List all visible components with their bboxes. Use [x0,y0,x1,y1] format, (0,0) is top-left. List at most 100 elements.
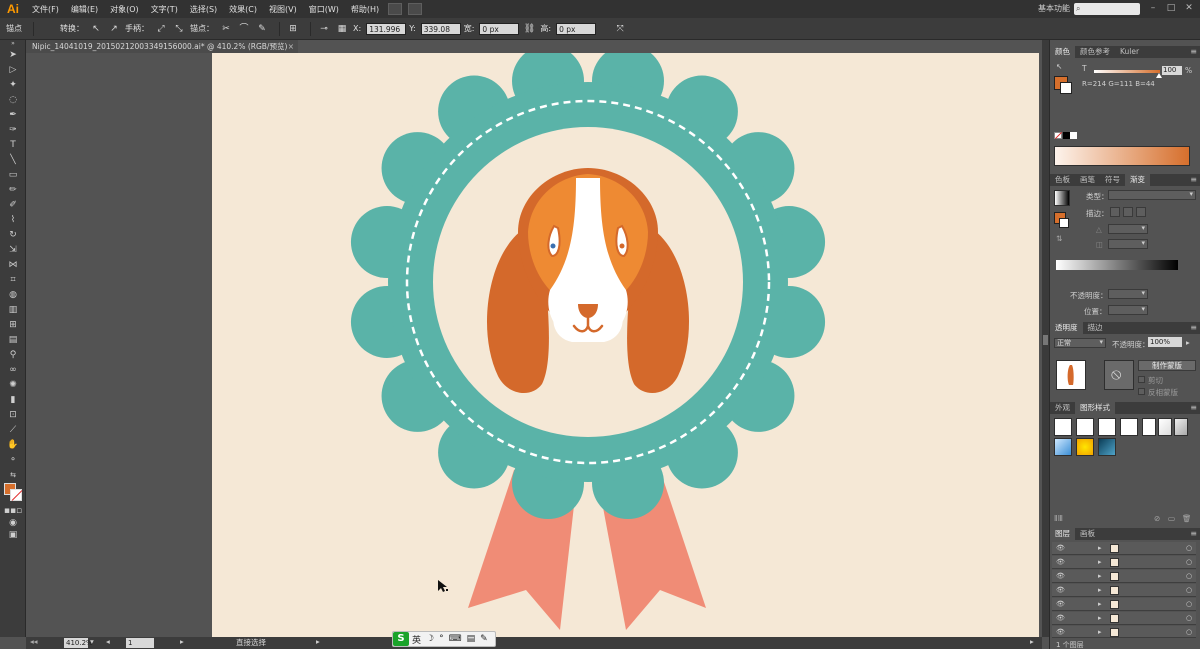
menu-help[interactable]: 帮助(H) [345,4,385,15]
ime-language[interactable]: 英 [412,633,421,646]
zoom-field[interactable]: 410.2% [64,638,93,648]
layer-target-icon[interactable]: ○ [1186,627,1192,637]
tab-layers[interactable]: 图层 [1050,528,1075,540]
gradient-type-dropdown[interactable] [1108,190,1196,200]
scale-tool-icon[interactable]: ⇲ [0,243,26,258]
align-anchor-icon[interactable]: ⊸ [317,22,331,36]
expand-layer-icon[interactable]: ▸ [1098,557,1102,567]
scrollbar-thumb[interactable] [1043,335,1048,345]
stroke-along-icon[interactable] [1123,207,1133,217]
status-scroll-icon[interactable]: ◂◂ [30,637,38,646]
ime-moon-icon[interactable]: ☽ [426,634,434,644]
visibility-eye-icon[interactable]: 👁 [1056,557,1065,567]
layer-target-icon[interactable]: ○ [1186,585,1192,595]
first-artboard-icon[interactable]: ◂ [106,637,110,646]
swap-colors-icon[interactable]: ⇆ [0,468,26,483]
angle-field[interactable] [1108,224,1148,234]
visibility-eye-icon[interactable]: 👁 [1056,599,1065,609]
expand-layer-icon[interactable]: ▸ [1098,599,1102,609]
menu-object[interactable]: 对象(O) [104,4,145,15]
style-swatch-blue[interactable] [1054,438,1072,456]
tab-brushes[interactable]: 画笔 [1075,174,1100,186]
visibility-eye-icon[interactable]: 👁 [1056,613,1065,623]
artboard[interactable] [212,53,1039,637]
style-swatch-2[interactable] [1076,418,1094,436]
artwork[interactable] [212,53,1039,637]
free-transform-tool-icon[interactable]: ⌗ [0,273,26,288]
lasso-tool-icon[interactable]: ◌ [0,93,26,108]
stroke-swatch[interactable] [10,489,23,501]
black-swatch[interactable] [1063,132,1070,139]
transform-icon[interactable]: ⤧ [613,22,627,36]
scroll-right-icon[interactable]: ▸ [1030,637,1034,646]
style-swatch-yellow[interactable] [1076,438,1094,456]
selection-tool-icon[interactable]: ➤ [0,48,26,63]
x-field[interactable]: 131.996 [366,22,407,35]
tab-stroke[interactable]: 描边 [1083,322,1108,334]
tint-slider[interactable] [1094,70,1160,73]
line-tool-icon[interactable]: ╲ [0,153,26,168]
panel-menu-icon[interactable]: ≡ [1190,46,1197,58]
style-swatch-teal[interactable] [1098,438,1116,456]
type-tool-icon[interactable]: T [0,138,26,153]
color-mode-icon[interactable]: ▪▪▫ [0,505,26,517]
menu-window[interactable]: 窗口(W) [303,4,345,15]
layer-row[interactable]: 👁 ▸ ○ [1052,584,1196,597]
hand-tool-icon[interactable]: ✋ [0,438,26,453]
style-swatch-5[interactable] [1142,418,1156,436]
pencil-tool-icon[interactable]: ✐ [0,198,26,213]
eyedropper-tool-icon[interactable]: ⚲ [0,348,26,363]
status-menu-icon[interactable]: ▸ [316,637,320,646]
layer-row[interactable]: 👁 ▸ ○ [1052,556,1196,569]
gradient-position-field[interactable] [1108,305,1148,315]
gradient-preview-swatch[interactable] [1054,190,1070,206]
ime-keyboard-icon[interactable]: ⌨ [449,634,462,644]
slice-tool-icon[interactable]: ⟋ [0,423,26,438]
gradient-opacity-field[interactable] [1108,289,1148,299]
height-field[interactable]: 0 px [556,22,597,35]
style-default[interactable] [1054,418,1072,436]
aspect-field[interactable] [1108,239,1148,249]
layer-row[interactable]: 👁 ▸ ○ [1052,570,1196,583]
opacity-field[interactable]: 100% [1148,337,1182,347]
panel-menu-icon[interactable]: ≡ [1190,528,1197,540]
stroke-across-icon[interactable] [1136,207,1146,217]
perspective-grid-tool-icon[interactable]: ▥ [0,303,26,318]
gradient-tool-icon[interactable]: ▤ [0,333,26,348]
connect-anchor-icon[interactable]: ⌒ [237,22,251,36]
cut-path-icon[interactable]: ✎ [255,22,269,36]
sogou-logo-icon[interactable]: S [393,632,409,646]
show-handles-icon[interactable]: ⤢ [154,22,168,36]
magic-wand-tool-icon[interactable]: ✦ [0,78,26,93]
visibility-eye-icon[interactable]: 👁 [1056,627,1065,637]
blend-tool-icon[interactable]: ∞ [0,363,26,378]
reverse-gradient-icon[interactable]: ⇅ [1056,234,1062,243]
ime-settings-icon[interactable]: ✎ [480,634,488,644]
panel-menu-icon[interactable]: ≡ [1190,402,1197,414]
expand-layer-icon[interactable]: ▸ [1098,571,1102,581]
tab-appearance[interactable]: 外观 [1050,402,1075,414]
expand-layer-icon[interactable]: ▸ [1098,543,1102,553]
tab-swatches[interactable]: 色板 [1050,174,1075,186]
style-swatch-3[interactable] [1098,418,1116,436]
delete-style-icon[interactable]: 🗑 [1182,514,1192,523]
minimize-icon[interactable]: – [1146,3,1160,13]
tab-transparency[interactable]: 透明度 [1050,322,1083,334]
blob-brush-tool-icon[interactable]: ⌇ [0,213,26,228]
width-tool-icon[interactable]: ⋈ [0,258,26,273]
mesh-tool-icon[interactable]: ⊞ [0,318,26,333]
isolate-icon[interactable]: ⊞ [286,22,300,36]
expand-layer-icon[interactable]: ▸ [1098,627,1102,637]
style-swatch-7[interactable] [1174,418,1188,436]
blend-mode-dropdown[interactable]: 正常 [1054,338,1106,348]
expand-layer-icon[interactable]: ▸ [1098,585,1102,595]
direct-selection-tool-icon[interactable]: ▷ [0,63,26,78]
symbol-sprayer-tool-icon[interactable]: ✺ [0,378,26,393]
remove-anchor-icon[interactable]: ✂ [219,22,233,36]
width-field[interactable]: 0 px [479,22,520,35]
help-search-input[interactable]: ⌕ [1074,3,1140,15]
panel-menu-icon[interactable]: ≡ [1190,174,1197,186]
visibility-eye-icon[interactable]: 👁 [1056,585,1065,595]
next-artboard-icon[interactable]: ▸ [180,637,184,646]
artboard-number-field[interactable]: 1 [126,638,154,648]
